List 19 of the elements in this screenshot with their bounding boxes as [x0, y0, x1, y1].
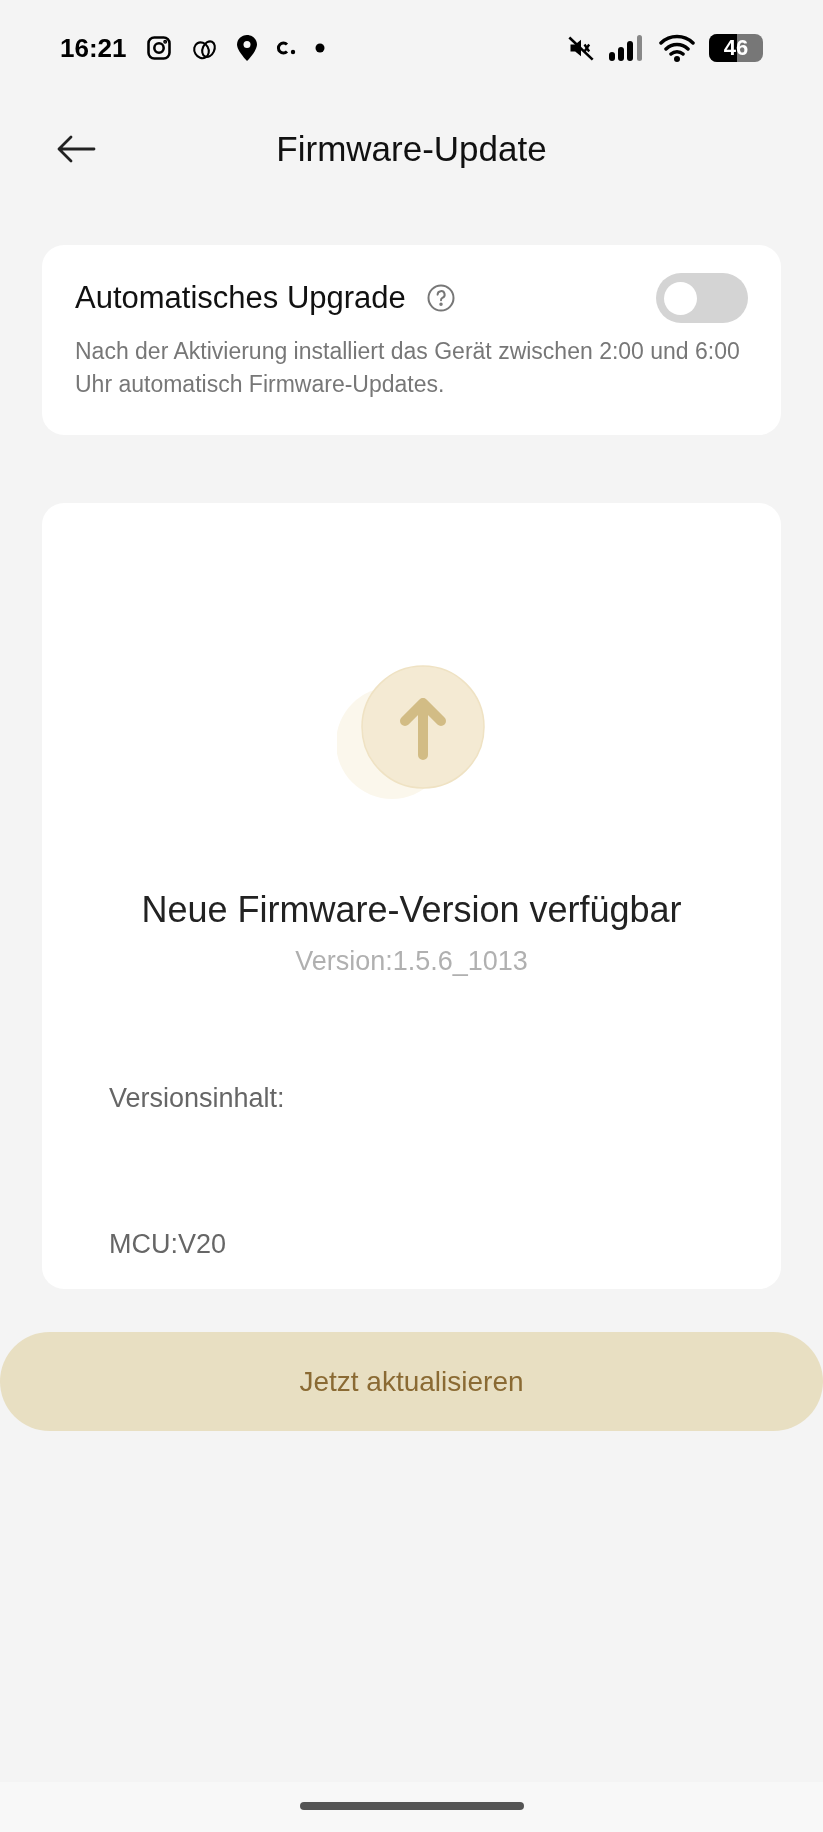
- setting-label: Automatisches Upgrade: [75, 278, 406, 317]
- page-title: Firmware-Update: [276, 127, 547, 170]
- signal-icon: [609, 34, 645, 62]
- notification-dot-icon: [314, 43, 325, 53]
- content-text: MCU:V20: [109, 1228, 228, 1261]
- update-title: Neue Firmware-Version verfügbar: [140, 888, 683, 932]
- mute-icon: [567, 34, 595, 62]
- location-pin-icon: [236, 35, 257, 61]
- update-button[interactable]: Jetzt aktualisieren: [0, 1332, 823, 1431]
- setting-description: Nach der Aktivierung installiert das Gerät zwischen 2:00 und 6:00 Uhr automatisch Firmware-Updates.: [75, 337, 741, 399]
- version-number: Version:1.5.6_1013: [294, 945, 529, 978]
- content-label: Versionsinhalt:: [109, 1081, 286, 1115]
- battery-indicator: 46: [709, 34, 763, 62]
- status-time: 16:21: [60, 31, 127, 65]
- help-icon[interactable]: [425, 283, 456, 313]
- app-c-icon: [274, 40, 297, 56]
- camera-app-icon: [144, 34, 173, 62]
- toggle-switch[interactable]: [656, 273, 748, 323]
- wifi-icon: [659, 34, 695, 62]
